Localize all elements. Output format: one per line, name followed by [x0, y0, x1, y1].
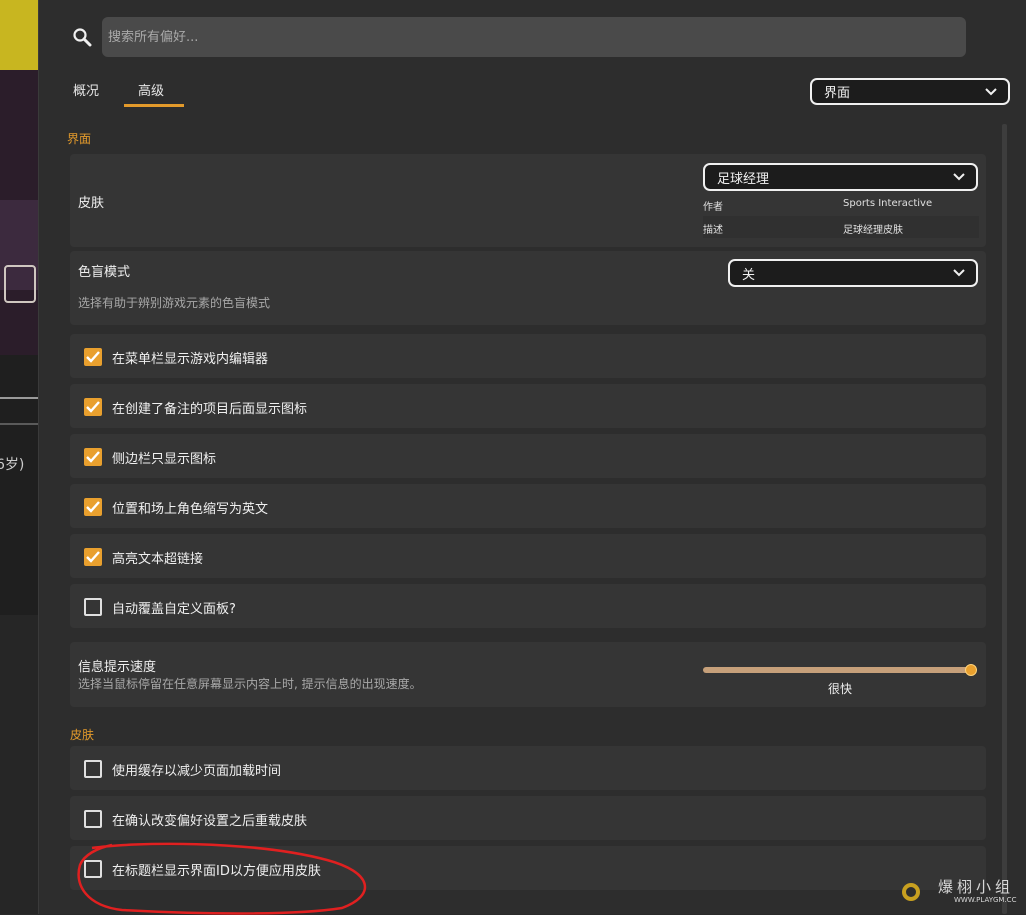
option-label: 使用缓存以减少页面加载时间: [112, 764, 282, 779]
background-divider: [0, 397, 38, 399]
option-label: 自动覆盖自定义面板?: [112, 602, 236, 617]
interface-option-row[interactable]: 侧边栏只显示图标: [70, 434, 986, 478]
checkbox-unchecked[interactable]: [84, 598, 102, 616]
option-label: 在创建了备注的项目后面显示图标: [112, 402, 308, 417]
option-label: 在菜单栏显示游戏内编辑器: [112, 352, 269, 367]
checkmark-icon: [86, 551, 100, 563]
tooltip-speed-value: 很快: [828, 682, 853, 696]
skin-author-label: 作者: [703, 202, 723, 213]
skin-desc-row: 描述 足球经理皮肤: [703, 216, 979, 238]
category-dropdown[interactable]: 界面: [810, 78, 1010, 105]
background-age-text: 6岁): [0, 457, 25, 473]
background-divider: [0, 423, 38, 425]
skin-desc-label: 描述: [703, 225, 723, 236]
checkbox-unchecked[interactable]: [84, 810, 102, 828]
interface-option-row[interactable]: 在创建了备注的项目后面显示图标: [70, 384, 986, 428]
interface-option-row[interactable]: 在菜单栏显示游戏内编辑器: [70, 334, 986, 378]
watermark-text: 爆栩小组: [938, 878, 1015, 896]
colorblind-dropdown-value: 关: [742, 267, 756, 283]
tab-overview[interactable]: 概况: [73, 80, 99, 99]
checkmark-icon: [86, 351, 100, 363]
skin-dropdown[interactable]: 足球经理: [703, 163, 978, 191]
skin-author-row: 作者 Sports Interactive: [703, 193, 979, 215]
background-lower-area: [0, 615, 38, 914]
colorblind-label: 色盲模式: [78, 265, 131, 280]
section-title-interface: 界面: [67, 132, 92, 146]
option-label: 位置和场上角色缩写为英文: [112, 502, 269, 517]
checkbox-checked[interactable]: [84, 398, 102, 416]
tooltip-speed-slider-handle[interactable]: [965, 664, 977, 676]
chevron-down-icon: [985, 87, 997, 95]
tab-advanced[interactable]: 高级: [138, 80, 164, 99]
tooltip-speed-description: 选择当鼠标停留在任意屏幕显示内容上时, 提示信息的出现速度。: [78, 677, 422, 691]
search-input[interactable]: [102, 17, 966, 57]
colorblind-dropdown[interactable]: 关: [728, 259, 978, 287]
checkbox-checked[interactable]: [84, 498, 102, 516]
colorblind-description: 选择有助于辨别游戏元素的色盲模式: [78, 296, 271, 310]
checkmark-icon: [86, 451, 100, 463]
interface-option-row[interactable]: 高亮文本超链接: [70, 534, 986, 578]
skin-setting-label: 皮肤: [78, 196, 105, 211]
checkmark-icon: [86, 401, 100, 413]
interface-option-row[interactable]: 自动覆盖自定义面板?: [70, 584, 986, 628]
skin-option-row[interactable]: 在确认改变偏好设置之后重载皮肤: [70, 796, 986, 840]
tooltip-speed-card: 信息提示速度 选择当鼠标停留在任意屏幕显示内容上时, 提示信息的出现速度。: [70, 642, 986, 707]
chevron-down-icon: [953, 269, 965, 277]
red-circle-annotation: [77, 842, 367, 915]
chevron-down-icon: [953, 173, 965, 181]
category-dropdown-value: 界面: [824, 86, 851, 101]
section-title-skin: 皮肤: [70, 728, 95, 742]
checkbox-checked[interactable]: [84, 348, 102, 366]
tooltip-speed-label: 信息提示速度: [78, 660, 157, 675]
skin-option-row[interactable]: 使用缓存以减少页面加载时间: [70, 746, 986, 790]
checkbox-unchecked[interactable]: [84, 760, 102, 778]
search-icon: [73, 28, 92, 47]
background-artwork: [0, 70, 38, 355]
checkmark-icon: [86, 501, 100, 513]
skin-dropdown-value: 足球经理: [717, 171, 770, 187]
checkbox-checked[interactable]: [84, 548, 102, 566]
tooltip-speed-slider-track[interactable]: [703, 667, 973, 673]
option-label: 在确认改变偏好设置之后重载皮肤: [112, 814, 308, 829]
option-label: 高亮文本超链接: [112, 552, 204, 567]
background-game-area: 6岁): [0, 0, 38, 914]
skin-author-value: Sports Interactive: [843, 198, 933, 209]
interface-option-row[interactable]: 位置和场上角色缩写为英文: [70, 484, 986, 528]
option-label: 侧边栏只显示图标: [112, 452, 217, 467]
background-banner: [0, 0, 38, 70]
watermark-url: WWW.PLAYGM.CC: [954, 896, 1017, 904]
skin-desc-value: 足球经理皮肤: [843, 225, 903, 236]
scrollbar[interactable]: [1002, 124, 1007, 914]
checkbox-checked[interactable]: [84, 448, 102, 466]
active-tab-indicator: [124, 104, 184, 107]
